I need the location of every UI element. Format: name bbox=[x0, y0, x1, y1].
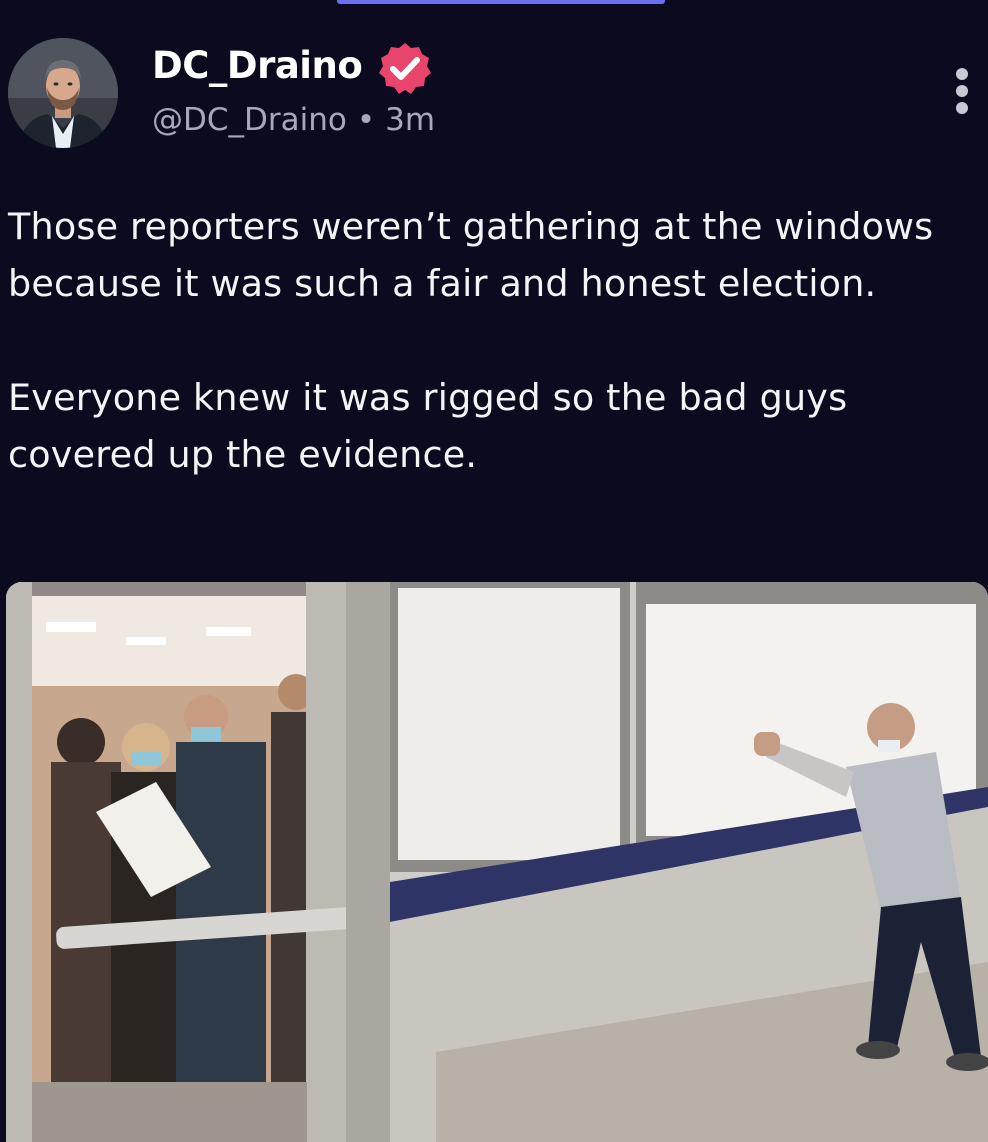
more-options-button[interactable] bbox=[950, 68, 974, 120]
status-bar bbox=[0, 0, 988, 10]
post-image[interactable] bbox=[6, 582, 988, 1142]
ellipsis-dot bbox=[956, 85, 968, 97]
avatar[interactable] bbox=[8, 38, 118, 148]
author-display-name[interactable]: DC_Draino bbox=[152, 44, 363, 87]
avatar-photo bbox=[8, 38, 118, 148]
meta-separator: • bbox=[356, 102, 376, 138]
post-paragraph: Everyone knew it was rigged so the bad g… bbox=[8, 376, 848, 476]
ellipsis-dot bbox=[956, 102, 968, 114]
verified-badge-icon bbox=[379, 43, 431, 94]
post-body: Those reporters weren’t gathering at the… bbox=[8, 198, 983, 483]
author-handle[interactable]: @DC_Draino bbox=[152, 102, 347, 138]
photo-election-windows bbox=[6, 582, 988, 1142]
post-paragraph: Those reporters weren’t gathering at the… bbox=[8, 205, 934, 305]
author-meta: @DC_Draino • 3m bbox=[152, 102, 435, 138]
post-timestamp[interactable]: 3m bbox=[385, 102, 435, 138]
scroll-indicator bbox=[337, 0, 665, 4]
vertical-ellipsis-icon bbox=[956, 68, 968, 80]
